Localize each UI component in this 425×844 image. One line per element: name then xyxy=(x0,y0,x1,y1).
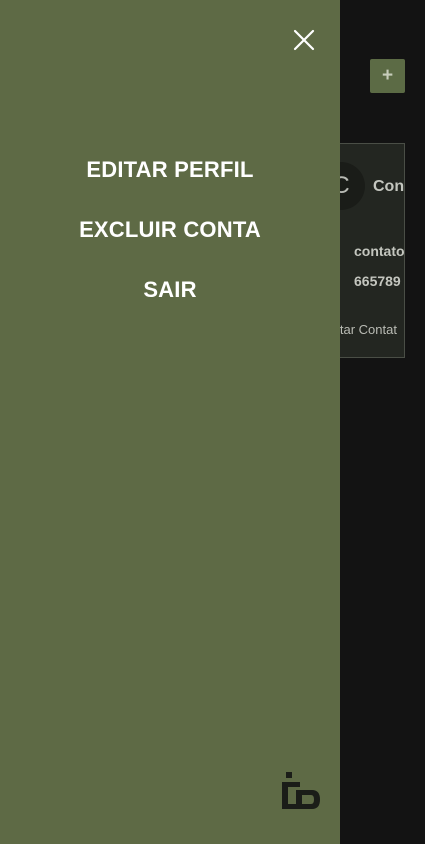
close-icon[interactable] xyxy=(289,25,319,55)
edit-profile-menu-item[interactable]: EDITAR PERFIL xyxy=(0,157,340,183)
app-logo-icon xyxy=(276,770,322,814)
delete-account-menu-item[interactable]: EXCLUIR CONTA xyxy=(0,217,340,243)
contact-name: Con xyxy=(373,178,405,195)
add-contact-button[interactable]: + xyxy=(370,59,405,93)
contact-phone: 665789 xyxy=(354,273,401,289)
logout-menu-item[interactable]: SAIR xyxy=(0,277,340,303)
side-drawer: EDITAR PERFIL EXCLUIR CONTA SAIR xyxy=(0,0,340,844)
edit-contact-link[interactable]: itar Contat xyxy=(337,322,397,337)
contact-email: contato xyxy=(354,243,405,259)
app-screen: + C Con contato 665789 itar Contat EDITA… xyxy=(0,0,425,844)
